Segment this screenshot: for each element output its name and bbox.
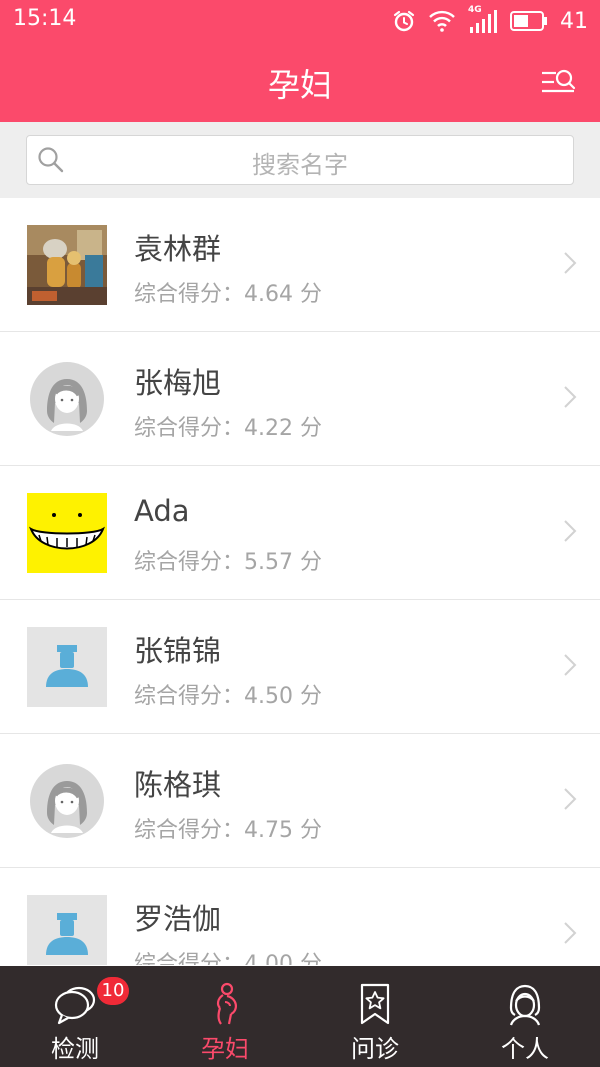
tab-consult[interactable]: 问诊 [300,966,450,1067]
patient-score: 综合得分：4.75 分 [134,818,322,843]
tab-profile[interactable]: 个人 [450,966,600,1067]
patient-score: 综合得分：4.50 分 [134,684,322,709]
pregnant-woman-icon [216,982,237,1025]
signal-indicator: 4G [468,5,498,34]
list-item[interactable]: Ada 综合得分：5.57 分 [0,466,600,600]
avatar [27,895,107,965]
avatar [27,627,107,707]
list-item[interactable]: 陈格琪 综合得分：4.75 分 [0,734,600,868]
status-icons: 4G 41 [392,5,588,36]
chevron-right-icon [564,386,577,408]
battery-icon [510,11,547,31]
tab-label: 孕妇 [201,1035,249,1063]
photo-avatar-image [27,225,107,305]
signal-icon [470,10,497,33]
notification-badge: 10 [97,977,129,1005]
search-input[interactable]: 搜索名字 [26,135,574,185]
avatar [27,761,107,841]
patient-score: 综合得分：4.22 分 [134,416,322,441]
filter-search-icon[interactable] [540,64,576,100]
tab-detect[interactable]: 10 检测 [0,966,150,1067]
avatar [27,493,107,573]
list-item[interactable]: 罗浩伽 综合得分：4.00 分 [0,868,600,965]
title-bar: 孕妇 [0,42,600,122]
woman-profile-icon [509,984,541,1026]
patient-name: 张梅旭 [134,366,222,400]
bottom-tab-bar: 10 检测 孕妇 问诊 个人 [0,966,600,1067]
patient-name: Ada [134,494,190,528]
chevron-right-icon [564,252,577,274]
person-placeholder-icon [27,627,107,707]
page-title: 孕妇 [267,66,332,104]
patient-name: 袁林群 [134,232,222,266]
female-avatar-icon [30,362,104,436]
person-placeholder-icon [27,895,107,965]
wifi-icon [429,10,455,32]
avatar [27,359,107,439]
chevron-right-icon [564,520,577,542]
battery-level: 41 [560,8,588,34]
patient-score: 综合得分：5.57 分 [134,550,322,575]
status-bar: 15:14 4G 41 [0,0,600,42]
search-area: 搜索名字 [0,122,600,198]
patient-name: 张锦锦 [134,634,222,668]
list-item[interactable]: 张锦锦 综合得分：4.50 分 [0,600,600,734]
patient-score: 综合得分：4.64 分 [134,282,322,307]
chevron-right-icon [564,922,577,944]
list-item[interactable]: 张梅旭 综合得分：4.22 分 [0,332,600,466]
avatar [27,225,107,305]
list-item[interactable]: 袁林群 综合得分：4.64 分 [0,198,600,332]
chevron-right-icon [564,788,577,810]
tab-label: 个人 [501,1035,549,1063]
smiley-avatar-image [27,493,107,573]
bookmark-star-icon [360,983,390,1025]
tab-label: 问诊 [351,1035,399,1063]
patient-name: 陈格琪 [134,768,222,802]
alarm-icon [393,10,415,32]
chevron-right-icon [564,654,577,676]
patient-name: 罗浩伽 [134,902,222,936]
patient-score: 综合得分：4.00 分 [134,952,322,965]
tab-pregnant[interactable]: 孕妇 [150,966,300,1067]
search-placeholder: 搜索名字 [252,151,348,179]
chat-bubbles-icon [54,986,96,1025]
tab-label: 检测 [51,1035,99,1063]
status-time: 15:14 [13,6,77,31]
female-avatar-icon [30,764,104,838]
patient-list: 袁林群 综合得分：4.64 分 张梅旭 综合得分：4.22 分 Ada 综合得分… [0,198,600,965]
